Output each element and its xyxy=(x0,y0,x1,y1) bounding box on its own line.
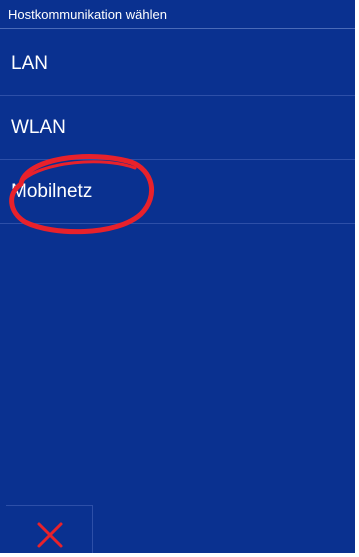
option-label: LAN xyxy=(11,53,48,74)
option-wlan[interactable]: WLAN xyxy=(0,96,355,160)
option-label: WLAN xyxy=(11,117,66,138)
title-bar: Hostkommunikation wählen xyxy=(0,0,355,29)
close-icon xyxy=(37,522,63,548)
option-lan[interactable]: LAN xyxy=(0,32,355,96)
dialog-title: Hostkommunikation wählen xyxy=(8,7,167,22)
option-label: Mobilnetz xyxy=(11,181,93,202)
host-communication-dialog: Hostkommunikation wählen LAN WLAN Mobiln… xyxy=(0,0,355,553)
communication-options-list: LAN WLAN Mobilnetz xyxy=(0,32,355,224)
option-mobilnetz[interactable]: Mobilnetz xyxy=(0,160,355,224)
cancel-button[interactable] xyxy=(6,505,93,553)
